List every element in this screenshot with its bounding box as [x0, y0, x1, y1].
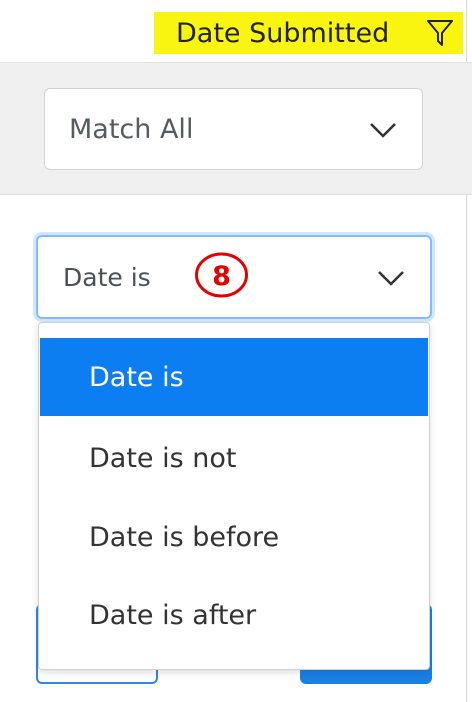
- filter-icon[interactable]: [425, 18, 455, 48]
- column-header-label: Date Submitted: [176, 17, 390, 49]
- condition-select-value: Date is: [63, 262, 151, 292]
- match-mode-select[interactable]: Match All: [44, 88, 423, 170]
- step-number-badge: 8: [195, 252, 248, 298]
- column-header[interactable]: Date Submitted: [154, 12, 463, 54]
- option-date-is[interactable]: Date is: [40, 338, 428, 416]
- chevron-down-icon: [370, 123, 396, 138]
- condition-dropdown-menu: Date is Date is not Date is before Date …: [38, 322, 430, 670]
- option-date-is-before[interactable]: Date is before: [40, 498, 428, 576]
- chevron-down-icon: [378, 271, 404, 286]
- match-mode-value: Match All: [69, 113, 194, 145]
- step-number-text: 8: [212, 261, 231, 292]
- option-date-is-not[interactable]: Date is not: [40, 419, 428, 497]
- option-date-is-after[interactable]: Date is after: [40, 576, 428, 654]
